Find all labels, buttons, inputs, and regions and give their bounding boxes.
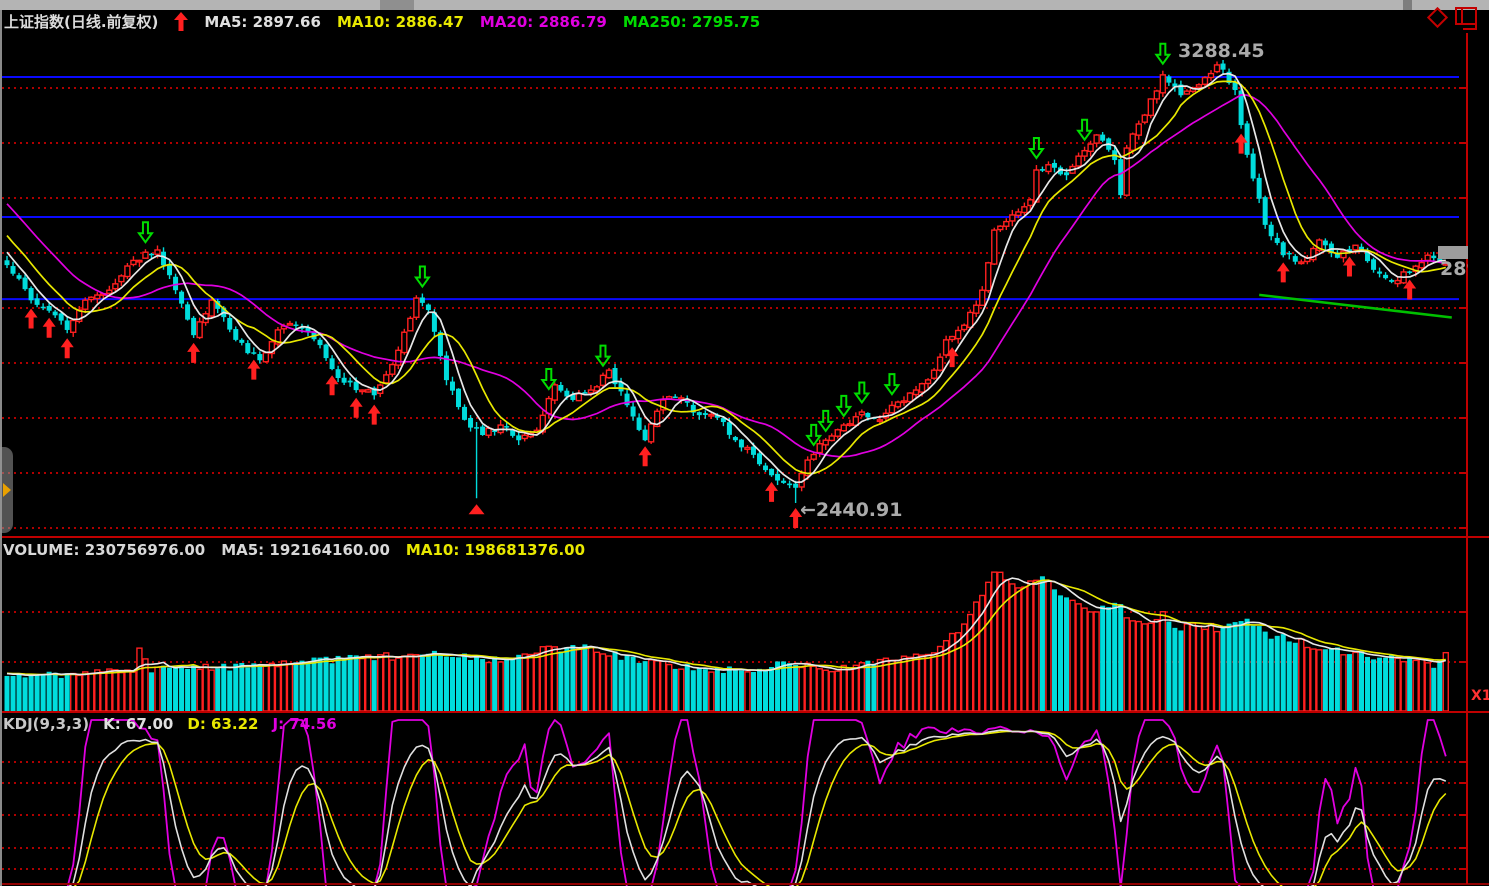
red-up-arrow-icon: [174, 12, 188, 31]
ma10-readout: MA10: 2886.47: [337, 13, 464, 31]
volume-readout: VOLUME: 230756976.00: [3, 541, 205, 559]
kdj-j-readout: J: 74.56: [273, 715, 337, 733]
volume-header: VOLUME: 230756976.00 MA5: 192164160.00 M…: [3, 541, 585, 559]
ma20-readout: MA20: 2886.79: [480, 13, 607, 31]
kdj-header: KDJ(9,3,3) K: 67.00 D: 63.22 J: 74.56: [3, 715, 337, 733]
symbol-title: 上证指数(日线.前复权): [4, 11, 158, 32]
main-chart-header: 上证指数(日线.前复权) MA5: 2897.66 MA10: 2886.47 …: [4, 11, 760, 32]
ma250-readout: MA250: 2795.75: [623, 13, 760, 31]
volume-ma10-readout: MA10: 198681376.00: [406, 541, 585, 559]
window-icon[interactable]: [1455, 7, 1481, 31]
chart-canvas[interactable]: [0, 0, 1489, 886]
sidebar-expander-handle[interactable]: [0, 447, 13, 533]
trading-app-window: 上证指数(日线.前复权) MA5: 2897.66 MA10: 2886.47 …: [0, 0, 1489, 886]
kdj-d-readout: D: 63.22: [187, 715, 258, 733]
window-icon-mark: [1463, 20, 1477, 30]
volume-unit-label: X10: [1471, 688, 1489, 706]
kdj-k-readout: K: 67.00: [103, 715, 173, 733]
diamond-icon[interactable]: [1427, 7, 1448, 28]
low-price-annotation: ←2440.91: [800, 499, 902, 521]
high-price-annotation: 3288.45: [1178, 40, 1265, 62]
window-corner-icons: [1430, 7, 1481, 31]
expand-arrow-icon: [3, 483, 11, 497]
kdj-name: KDJ(9,3,3): [3, 715, 89, 733]
last-price-clipped-text: 2897: [1440, 258, 1468, 280]
ma5-readout: MA5: 2897.66: [204, 13, 321, 31]
volume-ma5-readout: MA5: 192164160.00: [221, 541, 390, 559]
